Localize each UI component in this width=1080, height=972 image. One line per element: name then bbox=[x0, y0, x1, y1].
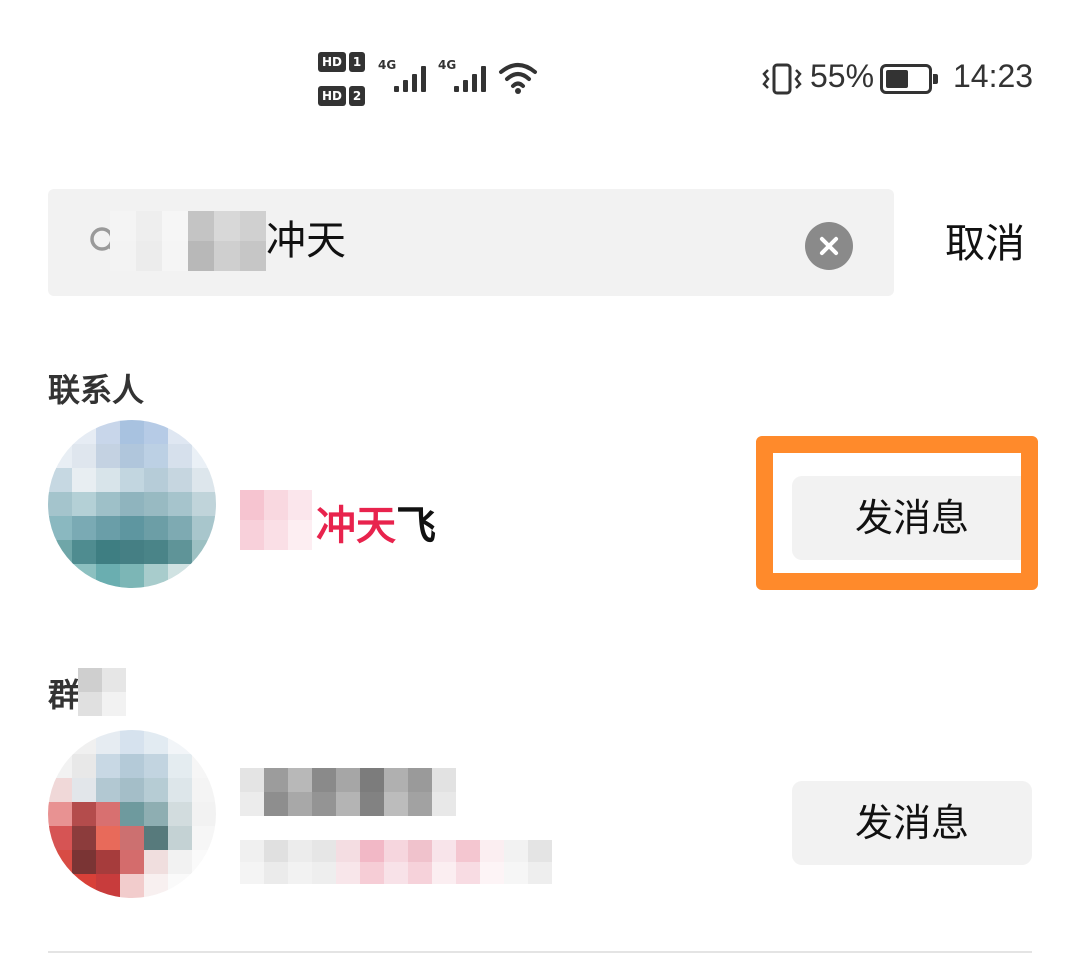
contact-name: 冲天飞 bbox=[316, 503, 436, 549]
cancel-button[interactable]: 取消 bbox=[930, 214, 1040, 274]
vibrate-icon bbox=[762, 63, 802, 95]
search-input[interactable]: 冲天 bbox=[48, 189, 894, 296]
hd-sim2-icon: HD 2 bbox=[318, 86, 366, 106]
group-name-pixelated bbox=[240, 768, 456, 816]
list-divider bbox=[48, 951, 1032, 953]
clear-search-icon[interactable] bbox=[805, 222, 853, 270]
wifi-icon bbox=[499, 63, 537, 94]
contacts-section-title: 联系人 bbox=[48, 371, 145, 409]
sim2-signal-icon: 4G bbox=[438, 58, 494, 94]
contact-avatar bbox=[48, 420, 216, 588]
battery-icon bbox=[880, 64, 938, 94]
battery-percent: 55% bbox=[810, 58, 875, 94]
hd-voice-indicators: HD 1 HD 2 bbox=[318, 52, 368, 108]
status-time: 14:23 bbox=[953, 58, 1034, 94]
sim1-signal-icon: 4G bbox=[378, 58, 434, 94]
contact-name-pixelated bbox=[240, 490, 312, 550]
send-message-button[interactable]: 发消息 bbox=[792, 476, 1032, 560]
search-query-text: 冲天 bbox=[266, 218, 346, 264]
hd-sim1-icon: HD 1 bbox=[318, 52, 366, 72]
status-bar: HD 1 HD 2 4G 4G 55% 14:23 bbox=[0, 0, 1080, 160]
group-member-pixelated bbox=[240, 840, 552, 884]
group-avatar bbox=[48, 730, 216, 898]
search-query-pixelated bbox=[110, 211, 266, 271]
send-message-button[interactable]: 发消息 bbox=[792, 781, 1032, 865]
groups-title-pixelated bbox=[78, 668, 126, 716]
